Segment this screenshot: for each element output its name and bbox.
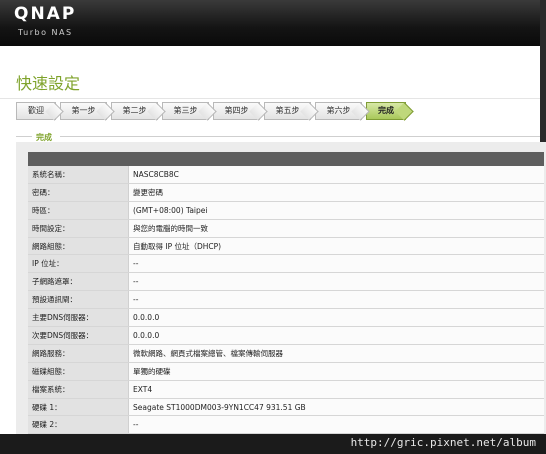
- summary-key: 網路組態：: [28, 237, 129, 256]
- summary-key: 時區：: [28, 201, 129, 220]
- summary-value: (GMT+08:00) Taipei: [128, 201, 544, 220]
- summary-key: 子網路遮罩：: [28, 272, 129, 292]
- summary-value: 微軟網路、網頁式檔案總管、檔案傳輸伺服器: [128, 344, 544, 363]
- summary-row: 硬碟 2： --: [28, 415, 544, 435]
- step-1[interactable]: 第一步: [60, 102, 115, 121]
- summary-value: 單獨的硬碟: [128, 362, 544, 381]
- title-divider: [0, 98, 540, 99]
- summary-value: --: [128, 290, 544, 310]
- summary-key: 主要DNS伺服器：: [28, 308, 129, 328]
- summary-key: 檔案系統：: [28, 380, 129, 399]
- summary-key: 硬碟 1：: [28, 398, 129, 417]
- quick-setup-window: QNAP Turbo NAS 快速設定 歡迎 第一步 第二步 第三步 第四步 第…: [0, 0, 546, 454]
- main-content: 快速設定 歡迎 第一步 第二步 第三步 第四步 第五步 第六步 完成 完成 系統…: [0, 46, 546, 435]
- summary-value: NASC8CB8C: [128, 166, 544, 184]
- summary-value: --: [128, 272, 544, 292]
- summary-value: 自動取得 IP 位址（DHCP): [128, 237, 544, 256]
- summary-key: 密碼：: [28, 183, 129, 202]
- summary-row: 子網路遮罩： --: [28, 272, 544, 292]
- watermark-url: http://gric.pixnet.net/album: [350, 436, 536, 449]
- step-5[interactable]: 第五步: [264, 102, 319, 121]
- summary-row: 磁碟組態： 單獨的硬碟: [28, 362, 544, 381]
- summary-value: Seagate ST1000DM003-9YN1CC47 931.51 GB: [128, 398, 544, 417]
- summary-table: 系統名稱： NASC8CB8C 密碼： 變更密碼 時區： (GMT+08:00) Taip…: [28, 166, 544, 435]
- qnap-logo: QNAP: [14, 4, 77, 24]
- summary-row: 硬碟 1： Seagate ST1000DM003-9YN1CC47 931.51…: [28, 398, 544, 417]
- section-divider-left: [16, 136, 32, 137]
- summary-value: --: [128, 415, 544, 435]
- summary-key: 系統名稱：: [28, 166, 129, 184]
- summary-value: EXT4: [128, 380, 544, 399]
- summary-row: 預設通訊閘： --: [28, 290, 544, 310]
- summary-row: 時區： (GMT+08:00) Taipei: [28, 201, 544, 220]
- summary-key: 磁碟組態：: [28, 362, 129, 381]
- summary-value: 0.0.0.0: [128, 326, 544, 345]
- step-3[interactable]: 第三步: [162, 102, 217, 121]
- summary-key: 硬碟 2：: [28, 415, 129, 435]
- summary-value: --: [128, 254, 544, 274]
- summary-row: 主要DNS伺服器： 0.0.0.0: [28, 308, 544, 328]
- summary-value: 變更密碼: [128, 183, 544, 202]
- step-4[interactable]: 第四步: [213, 102, 268, 121]
- summary-key: 預設通訊閘：: [28, 290, 129, 310]
- summary-row: 次要DNS伺服器： 0.0.0.0: [28, 326, 544, 345]
- page-title: 快速設定: [16, 74, 81, 93]
- summary-row: IP 位址： --: [28, 254, 544, 274]
- summary-row: 系統名稱： NASC8CB8C: [28, 166, 544, 184]
- step-2[interactable]: 第二步: [111, 102, 166, 121]
- wizard-steps: 歡迎 第一步 第二步 第三步 第四步 第五步 第六步 完成: [16, 102, 414, 121]
- step-finish[interactable]: 完成: [366, 102, 414, 121]
- summary-value: 與您的電腦的時間一致: [128, 219, 544, 238]
- app-header: QNAP Turbo NAS: [0, 0, 546, 46]
- watermark-bar: http://gric.pixnet.net/album: [0, 434, 546, 454]
- summary-key: 次要DNS伺服器：: [28, 326, 129, 345]
- summary-key: 時間設定：: [28, 219, 129, 238]
- section-divider-right: [60, 136, 540, 137]
- summary-value: 0.0.0.0: [128, 308, 544, 328]
- summary-row: 密碼： 變更密碼: [28, 183, 544, 202]
- summary-row: 檔案系統： EXT4: [28, 380, 544, 399]
- table-header-bar: [28, 152, 544, 166]
- summary-key: IP 位址：: [28, 254, 129, 274]
- step-welcome[interactable]: 歡迎: [16, 102, 64, 121]
- turbo-nas-subtitle: Turbo NAS: [18, 28, 73, 37]
- summary-key: 網路服務：: [28, 344, 129, 363]
- summary-row: 時間設定： 與您的電腦的時間一致: [28, 219, 544, 238]
- summary-row: 網路服務： 微軟網路、網頁式檔案總管、檔案傳輸伺服器: [28, 344, 544, 363]
- summary-row: 網路組態： 自動取得 IP 位址（DHCP): [28, 237, 544, 256]
- step-6[interactable]: 第六步: [315, 102, 370, 121]
